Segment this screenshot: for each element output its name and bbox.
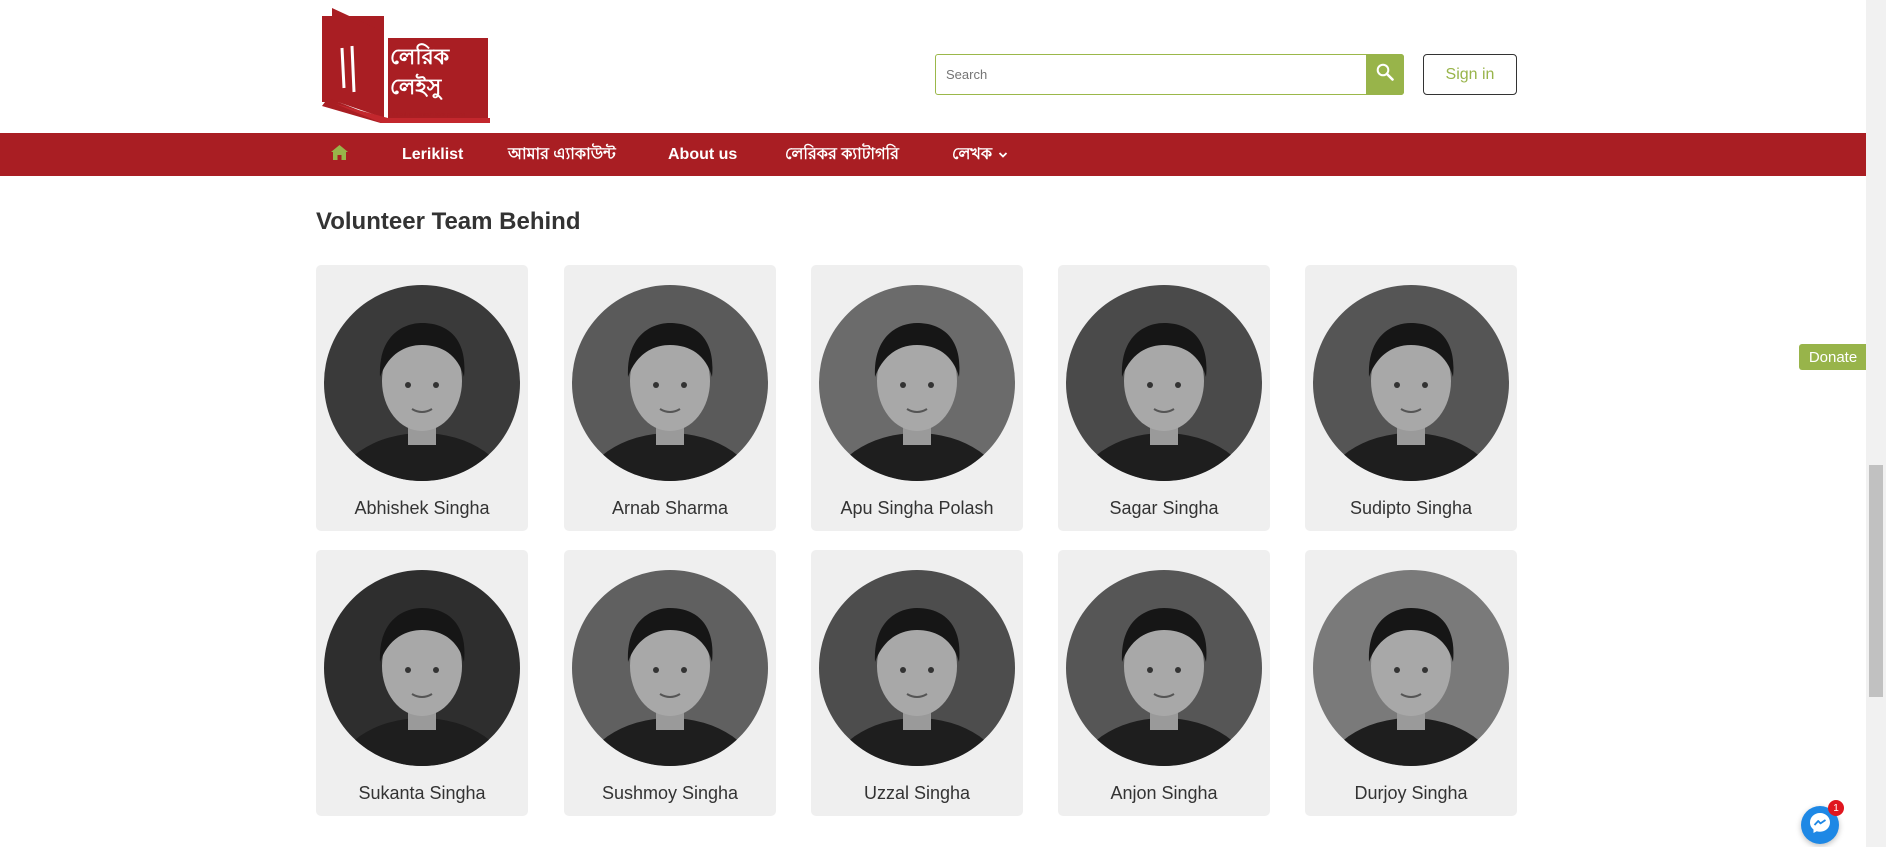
team-member-card[interactable]: Abhishek Singha — [316, 265, 528, 531]
nav-item-account[interactable]: আমার এ্যাকাউন্ট — [508, 133, 616, 176]
nav-item-about-us[interactable]: About us — [668, 133, 737, 176]
member-photo — [572, 285, 768, 481]
search-icon — [1376, 63, 1394, 86]
member-photo — [819, 285, 1015, 481]
messenger-icon — [1808, 811, 1832, 840]
member-photo — [1313, 570, 1509, 766]
nav-item-writers-label: লেখক — [952, 146, 993, 163]
site-logo[interactable]: লেরিক লেইসু An online Manipuri book plat… — [322, 8, 492, 124]
member-photo — [1066, 570, 1262, 766]
member-name: Durjoy Singha — [1354, 783, 1468, 803]
team-member-card[interactable]: Apu Singha Polash — [811, 265, 1023, 531]
team-member-card[interactable]: Uzzal Singha — [811, 550, 1023, 816]
member-name: Sudipto Singha — [1349, 498, 1473, 518]
member-photo — [324, 570, 520, 766]
member-name: Uzzal Singha — [863, 783, 971, 803]
team-member-card[interactable]: Sushmoy Singha — [564, 550, 776, 816]
member-name: Anjon Singha — [1110, 783, 1218, 803]
team-member-card[interactable]: Durjoy Singha — [1305, 550, 1517, 816]
team-member-card[interactable]: Sudipto Singha — [1305, 265, 1517, 531]
member-photo — [572, 570, 768, 766]
messenger-badge: 1 — [1828, 800, 1844, 816]
nav-item-categories[interactable]: লেরিকর ক্যাটাগরি — [785, 133, 899, 176]
team-member-card[interactable]: Sukanta Singha — [316, 550, 528, 816]
sign-in-button[interactable]: Sign in — [1423, 54, 1517, 95]
member-name: Abhishek Singha — [354, 498, 490, 518]
donate-button[interactable]: Donate — [1799, 344, 1867, 370]
team-member-card[interactable]: Sagar Singha — [1058, 265, 1270, 531]
team-member-card[interactable]: Arnab Sharma — [564, 265, 776, 531]
member-name: Sushmoy Singha — [601, 783, 739, 803]
logo-tagline: An online Manipuri book platform — [392, 112, 466, 118]
member-photo — [819, 570, 1015, 766]
nav-item-writers[interactable]: লেখক — [952, 133, 1008, 176]
team-member-card[interactable]: Anjon Singha — [1058, 550, 1270, 816]
nav-item-leriklist[interactable]: Leriklist — [402, 133, 463, 176]
site-header: লেরিক লেইসু An online Manipuri book plat… — [0, 0, 1866, 133]
home-icon — [331, 144, 348, 165]
logo-text: লেরিক লেইসু — [390, 44, 450, 100]
member-photo — [1313, 285, 1509, 481]
member-name: Sagar Singha — [1109, 498, 1219, 518]
member-name: Arnab Sharma — [611, 498, 729, 518]
page-scrollbar[interactable] — [1866, 0, 1886, 847]
scrollbar-thumb[interactable] — [1869, 465, 1883, 697]
member-photo — [1066, 285, 1262, 481]
main-nav: Leriklist আমার এ্যাকাউন্ট About us লেরিক… — [0, 133, 1866, 176]
member-name: Apu Singha Polash — [840, 498, 994, 518]
chevron-down-icon — [998, 146, 1008, 164]
search-input[interactable] — [936, 55, 1364, 94]
search-button[interactable] — [1366, 54, 1404, 95]
member-name: Sukanta Singha — [358, 783, 486, 803]
search-box — [935, 54, 1404, 95]
section-title: Volunteer Team Behind — [316, 208, 581, 235]
member-photo — [324, 285, 520, 481]
nav-home[interactable] — [331, 133, 348, 176]
